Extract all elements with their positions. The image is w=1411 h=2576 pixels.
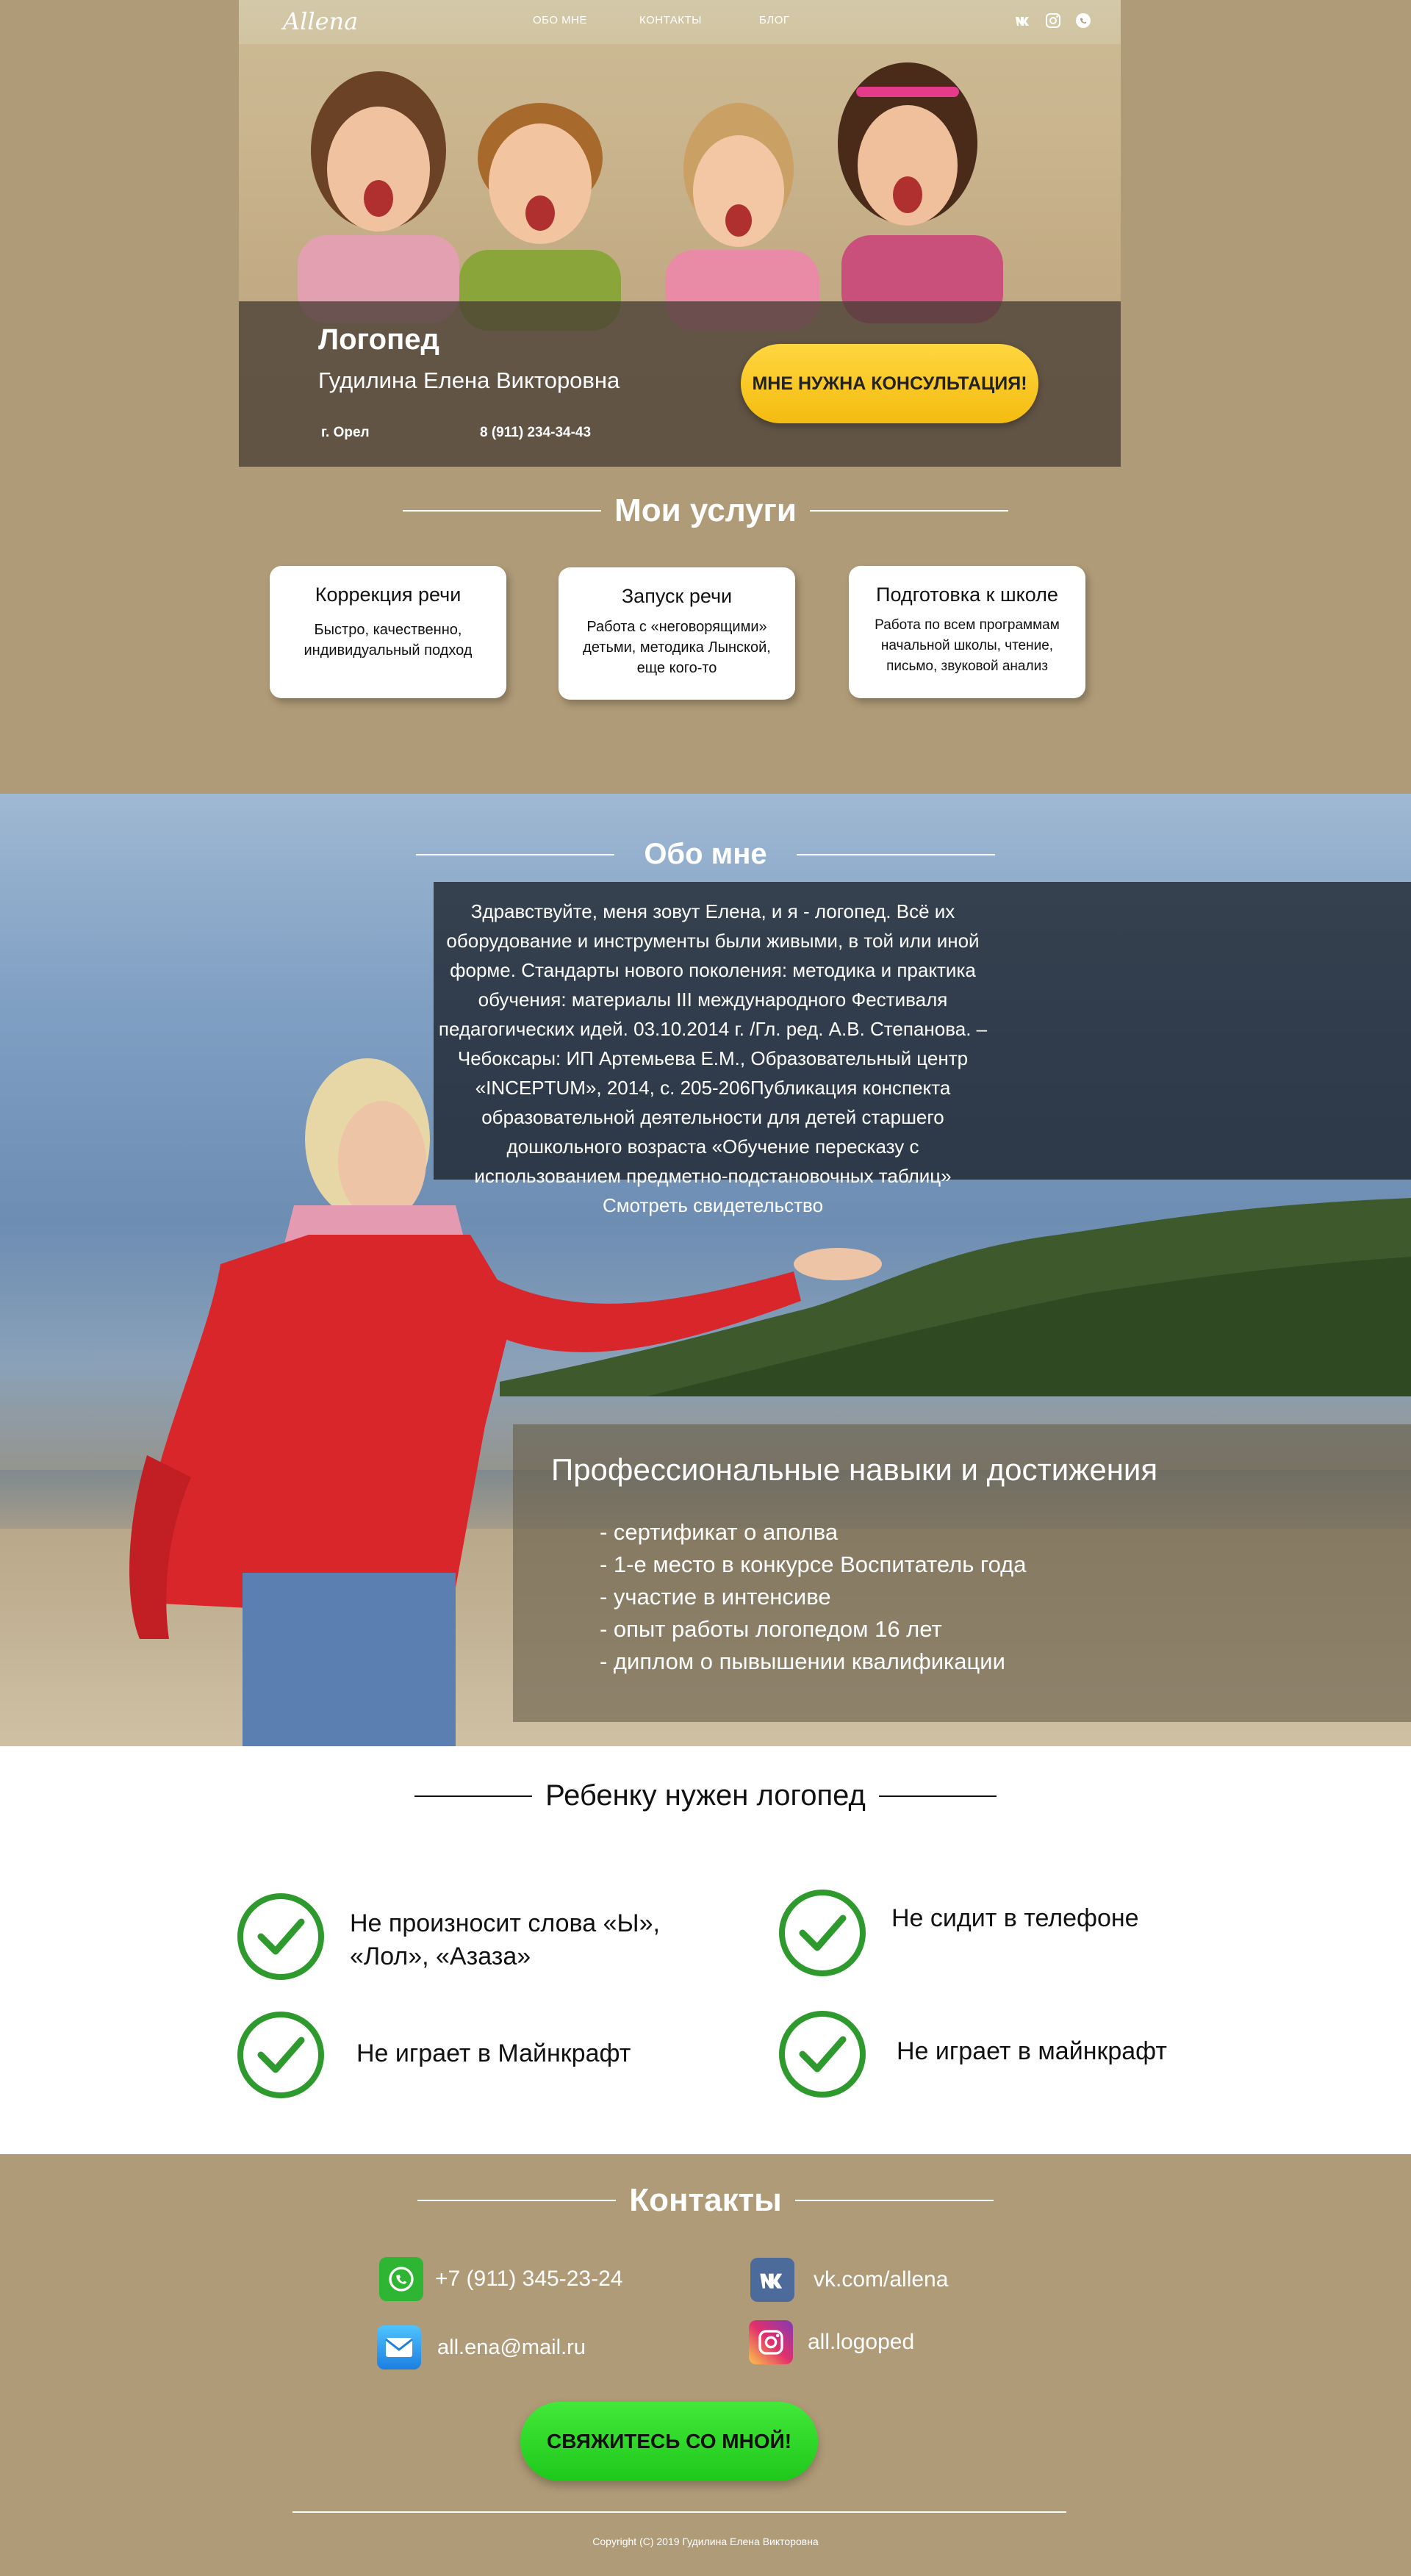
- divider-line: [416, 853, 615, 855]
- skill-item: - сертификат о аполва: [600, 1519, 839, 1545]
- divider-line: [796, 853, 995, 855]
- service-card[interactable]: Подготовка к школе Работа по всем програ…: [849, 566, 1085, 698]
- service-text: Работа с «неговорящими» детьми, методика…: [583, 619, 771, 676]
- site-logo[interactable]: Allena: [283, 7, 358, 35]
- services-heading: Мои услуги: [0, 492, 1411, 529]
- contact-vk[interactable]: vk.com/allena: [750, 2258, 948, 2302]
- need-item: Не играет в майнкрафт: [777, 2009, 1188, 2100]
- hero-section: Allena ОБО МНЕ КОНТАКТЫ БЛОГ Логопед Гуд…: [0, 0, 1411, 794]
- skills-title: Профессиональные навыки и достижения: [551, 1452, 1158, 1487]
- footer-divider: [292, 2511, 1066, 2513]
- vk-icon: [750, 2258, 794, 2302]
- about-section: Обо мне Здравствуйте, меня зовут Елена, …: [0, 794, 1411, 1746]
- contact-email[interactable]: all.ena@mail.ru: [377, 2325, 586, 2369]
- divider-line: [794, 2200, 994, 2201]
- whatsapp-icon: [379, 2257, 423, 2301]
- hero-info-bar: Логопед Гудилина Елена Викторовна г. Оре…: [239, 301, 1121, 467]
- needs-section: Ребенку нужен логопед Не произносит слов…: [0, 1746, 1411, 2154]
- divider-line: [809, 510, 1008, 512]
- nav-link-contacts[interactable]: КОНТАКТЫ: [639, 14, 702, 26]
- service-title: Запуск речи: [621, 585, 733, 607]
- skills-list: - сертификат о аполва - 1-е место в конк…: [600, 1516, 1026, 1678]
- need-text: Не играет в Майнкрафт: [356, 2039, 631, 2067]
- hero-name: Гудилина Елена Викторовна: [318, 367, 620, 393]
- contact-email-text: all.ena@mail.ru: [437, 2335, 586, 2359]
- about-text: Здравствуйте, меня зовут Елена, и я - ло…: [438, 900, 988, 1216]
- divider-line: [414, 1795, 533, 1797]
- contact-me-button[interactable]: СВЯЖИТЕСЬ СО МНОЙ!: [520, 2402, 818, 2481]
- vk-icon[interactable]: [1014, 12, 1032, 29]
- need-text: Не сидит в телефоне: [891, 1904, 1139, 1932]
- contact-phone[interactable]: +7 (911) 345-23-24: [379, 2257, 622, 2301]
- service-text: Быстро, качественно, индивидуальный подх…: [304, 622, 473, 659]
- skill-item: - 1-е место в конкурсе Воспитатель года: [600, 1551, 1027, 1577]
- hero-city: г. Орел: [321, 425, 370, 440]
- need-item: Не произносит слова «Ы», «Лол», «Азаза»: [235, 1891, 735, 1983]
- need-item: Не сидит в телефоне: [777, 1887, 1188, 1979]
- about-heading: Обо мне: [0, 838, 1411, 871]
- skill-item: - диплом о пывышении квалификации: [600, 1648, 1005, 1674]
- contact-instagram-text: all.logoped: [808, 2330, 915, 2354]
- contact-phone-text: +7 (911) 345-23-24: [435, 2267, 623, 2291]
- divider-line: [878, 1795, 997, 1797]
- hero-phone[interactable]: 8 (911) 234-34-43: [480, 425, 591, 441]
- contact-vk-text: vk.com/allena: [814, 2267, 949, 2292]
- copyright-text: Copyright (C) 2019 Гудилина Елена Виктор…: [592, 2536, 819, 2547]
- check-circle-icon: [779, 1890, 866, 1976]
- consultation-button[interactable]: МНЕ НУЖНА КОНСУЛЬТАЦИЯ!: [741, 344, 1038, 423]
- contacts-title: Контакты: [629, 2182, 782, 2218]
- check-circle-icon: [237, 1893, 324, 1980]
- needs-title: Ребенку нужен логопед: [545, 1779, 866, 1812]
- service-card[interactable]: Запуск речи Работа с «неговорящими» деть…: [559, 567, 795, 700]
- skills-panel: Профессиональные навыки и достижения - с…: [513, 1424, 1411, 1722]
- check-circle-icon: [237, 2012, 324, 2098]
- mail-icon: [377, 2325, 421, 2369]
- need-text: Не произносит слова «Ы», «Лол», «Азаза»: [350, 1909, 660, 1970]
- whatsapp-icon[interactable]: [1074, 12, 1092, 29]
- service-title: Коррекция речи: [315, 584, 462, 606]
- instagram-icon[interactable]: [1044, 12, 1062, 29]
- contact-instagram[interactable]: all.logoped: [749, 2320, 914, 2364]
- service-text: Работа по всем программам начальной школ…: [875, 617, 1060, 674]
- skill-item: - опыт работы логопедом 16 лет: [600, 1616, 942, 1642]
- top-navigation: Allena ОБО МНЕ КОНТАКТЫ БЛОГ: [239, 0, 1121, 43]
- landing-page: Allena ОБО МНЕ КОНТАКТЫ БЛОГ Логопед Гуд…: [0, 0, 1411, 2576]
- need-item: Не играет в Майнкрафт: [235, 2009, 735, 2101]
- contacts-section: Контакты +7 (911) 345-23-24 vk.com/allen…: [0, 2154, 1411, 2576]
- skill-item: - участие в интенсиве: [600, 1584, 831, 1610]
- hero-banner: Allena ОБО МНЕ КОНТАКТЫ БЛОГ Логопед Гуд…: [239, 0, 1121, 467]
- hero-title: Логопед: [318, 323, 439, 356]
- check-circle-icon: [779, 2011, 866, 2098]
- needs-heading: Ребенку нужен логопед: [0, 1779, 1411, 1812]
- divider-line: [403, 510, 602, 512]
- services-title: Мои услуги: [614, 492, 797, 528]
- nav-link-blog[interactable]: БЛОГ: [759, 14, 789, 26]
- contacts-heading: Контакты: [0, 2182, 1411, 2219]
- nav-link-about[interactable]: ОБО МНЕ: [533, 14, 587, 26]
- about-title: Обо мне: [644, 838, 767, 870]
- instagram-icon: [749, 2320, 793, 2364]
- need-text: Не играет в майнкрафт: [897, 2037, 1167, 2065]
- service-card[interactable]: Коррекция речи Быстро, качественно, инди…: [270, 566, 506, 698]
- divider-line: [417, 2200, 617, 2201]
- service-title: Подготовка к школе: [876, 584, 1058, 606]
